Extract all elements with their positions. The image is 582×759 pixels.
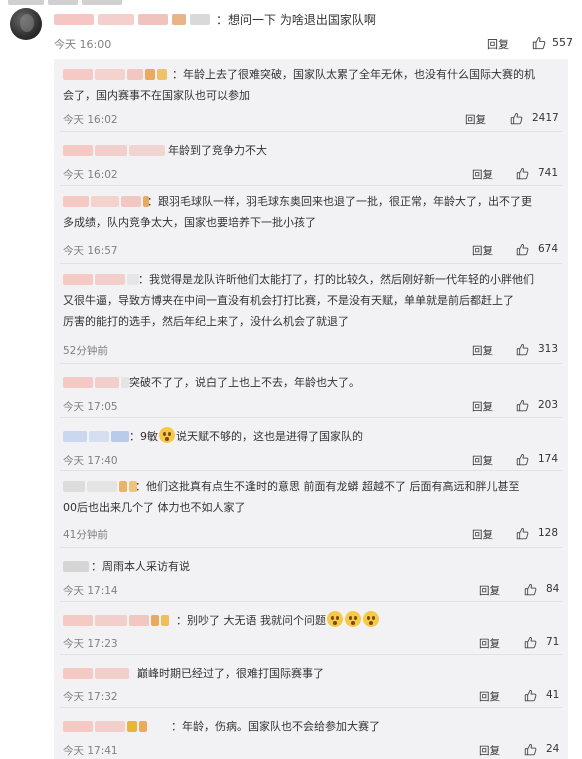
like-count: 2417 bbox=[532, 112, 559, 124]
reply-button[interactable]: 回复 bbox=[472, 243, 493, 258]
reply-time: 今天 16:02 bbox=[63, 169, 118, 181]
reply-time: 今天 16:02 bbox=[63, 114, 118, 126]
reply-text: ：9敏 说天赋不够的，这也是进得了国家队的 bbox=[63, 426, 563, 447]
reply-time: 今天 17:41 bbox=[63, 745, 118, 757]
reply-button[interactable]: 回复 bbox=[472, 167, 493, 182]
like-thumb-icon[interactable] bbox=[510, 112, 523, 125]
reply-text: ：别吵了 大无语 我就问个问题 bbox=[63, 610, 563, 631]
reply-item: ：别吵了 大无语 我就问个问题 今天 17:23 回复 71 bbox=[54, 602, 568, 655]
like-count: 128 bbox=[538, 527, 559, 539]
like-count: 203 bbox=[538, 399, 559, 411]
reply-button[interactable]: 回复 bbox=[472, 453, 493, 468]
reply-time: 今天 17:32 bbox=[63, 691, 118, 703]
reply-text: ：他们这批真有点生不逢时的意思 前面有龙蟒 超越不了 后面有高远和胖儿甚至 00后… bbox=[63, 480, 520, 514]
like-count: 313 bbox=[538, 343, 559, 355]
reply-item: ：9敏 说天赋不够的，这也是进得了国家队的 今天 17:40 回复 174 bbox=[54, 418, 568, 471]
like-count: 674 bbox=[538, 243, 559, 255]
reply-time: 41分钟前 bbox=[63, 529, 108, 541]
emoji-icon bbox=[327, 611, 343, 627]
emoji-icon bbox=[363, 611, 379, 627]
like-thumb-icon[interactable] bbox=[516, 167, 529, 180]
reply-list: ：年龄上去了很难突破，国家队太累了全年无休，也没有什么国际大赛的机 会了，国内赛事… bbox=[54, 59, 568, 759]
like-thumb-icon[interactable] bbox=[516, 399, 529, 412]
reply-text: ：周雨本人采访有说 bbox=[91, 560, 190, 573]
reply-button[interactable]: 回复 bbox=[472, 343, 493, 358]
reply-item: 巅峰时期已经过了，很难打国际赛事了 今天 17:32 回复 41 bbox=[54, 655, 568, 708]
comment-time: 今天 16:00 bbox=[54, 38, 112, 51]
like-thumb-icon[interactable] bbox=[516, 527, 529, 540]
reply-text: ：年龄上去了很难突破，国家队太累了全年无休，也没有什么国际大赛的机 会了，国内赛事… bbox=[63, 68, 535, 102]
truncated-previous-comment bbox=[0, 0, 582, 6]
reply-time: 今天 16:57 bbox=[63, 245, 118, 257]
reply-item: ：年龄上去了很难突破，国家队太累了全年无休，也没有什么国际大赛的机 会了，国内赛事… bbox=[54, 59, 568, 132]
reply-text: ：年龄，伤病。国家队也不会给参加大赛了 bbox=[171, 720, 380, 733]
like-count: 41 bbox=[546, 689, 560, 701]
reply-time: 52分钟前 bbox=[63, 345, 108, 357]
reply-button[interactable]: 回复 bbox=[487, 36, 509, 52]
reply-button[interactable]: 回复 bbox=[479, 689, 500, 704]
like-thumb-icon[interactable] bbox=[516, 243, 529, 256]
like-count: 84 bbox=[546, 583, 560, 595]
like-thumb-icon[interactable] bbox=[524, 689, 537, 702]
reply-text: ：跟羽毛球队一样，羽毛球东奥回来也退了一批，很正常，年龄大了，出不了更 多成绩，队… bbox=[63, 195, 532, 229]
like-thumb-icon[interactable] bbox=[524, 583, 537, 596]
reply-button[interactable]: 回复 bbox=[472, 399, 493, 414]
reply-time: 今天 17:14 bbox=[63, 585, 118, 597]
like-thumb-icon[interactable] bbox=[516, 343, 529, 356]
reply-text: 巅峰时期已经过了，很难打国际赛事了 bbox=[137, 667, 324, 680]
reply-text: ：我觉得是龙队许昕他们太能打了，打的比较久，然后刚好新一代年轻的小胖他们 又很牛逼… bbox=[63, 273, 534, 328]
main-comment: ：想问一下 为啥退出国家队啊 今天 16:00 回复 557 bbox=[10, 8, 582, 58]
avatar[interactable] bbox=[10, 8, 42, 40]
like-count: 741 bbox=[538, 167, 559, 179]
username-blurred[interactable] bbox=[54, 14, 214, 26]
reply-item: ：跟羽毛球队一样，羽毛球东奥回来也退了一批，很正常，年龄大了，出不了更 多成绩，队… bbox=[54, 186, 568, 264]
like-thumb-icon[interactable] bbox=[516, 453, 529, 466]
like-count: 557 bbox=[552, 36, 573, 49]
reply-item: ：我觉得是龙队许昕他们太能打了，打的比较久，然后刚好新一代年轻的小胖他们 又很牛逼… bbox=[54, 264, 568, 364]
like-count: 174 bbox=[538, 453, 559, 465]
reply-item: 突破不了了，说白了上也上不去，年龄也大了。 今天 17:05 回复 203 bbox=[54, 364, 568, 418]
reply-text: 突破不了了，说白了上也上不去，年龄也大了。 bbox=[129, 376, 360, 389]
reply-button[interactable]: 回复 bbox=[465, 112, 486, 127]
reply-time: 今天 17:40 bbox=[63, 455, 118, 467]
like-thumb-icon[interactable] bbox=[524, 636, 537, 649]
reply-item: 年龄到了竞争力不大 今天 16:02 回复 741 bbox=[54, 132, 568, 186]
reply-button[interactable]: 回复 bbox=[479, 636, 500, 651]
reply-time: 今天 17:23 bbox=[63, 638, 118, 650]
reply-time: 今天 17:05 bbox=[63, 401, 118, 413]
reply-item: ：年龄，伤病。国家队也不会给参加大赛了 今天 17:41 回复 24 bbox=[54, 708, 568, 759]
reply-item: ：他们这批真有点生不逢时的意思 前面有龙蟒 超越不了 后面有高远和胖儿甚至 00后… bbox=[54, 471, 568, 548]
reply-button[interactable]: 回复 bbox=[479, 583, 500, 598]
reply-text: 年龄到了竞争力不大 bbox=[168, 144, 267, 157]
comment-text: ：想问一下 为啥退出国家队啊 bbox=[216, 13, 376, 27]
emoji-icon bbox=[159, 427, 175, 443]
like-thumb-icon[interactable] bbox=[532, 36, 546, 50]
emoji-icon bbox=[345, 611, 361, 627]
like-count: 71 bbox=[546, 636, 560, 648]
reply-button[interactable]: 回复 bbox=[472, 527, 493, 542]
reply-item: ：周雨本人采访有说 今天 17:14 回复 84 bbox=[54, 548, 568, 602]
reply-button[interactable]: 回复 bbox=[479, 743, 500, 758]
